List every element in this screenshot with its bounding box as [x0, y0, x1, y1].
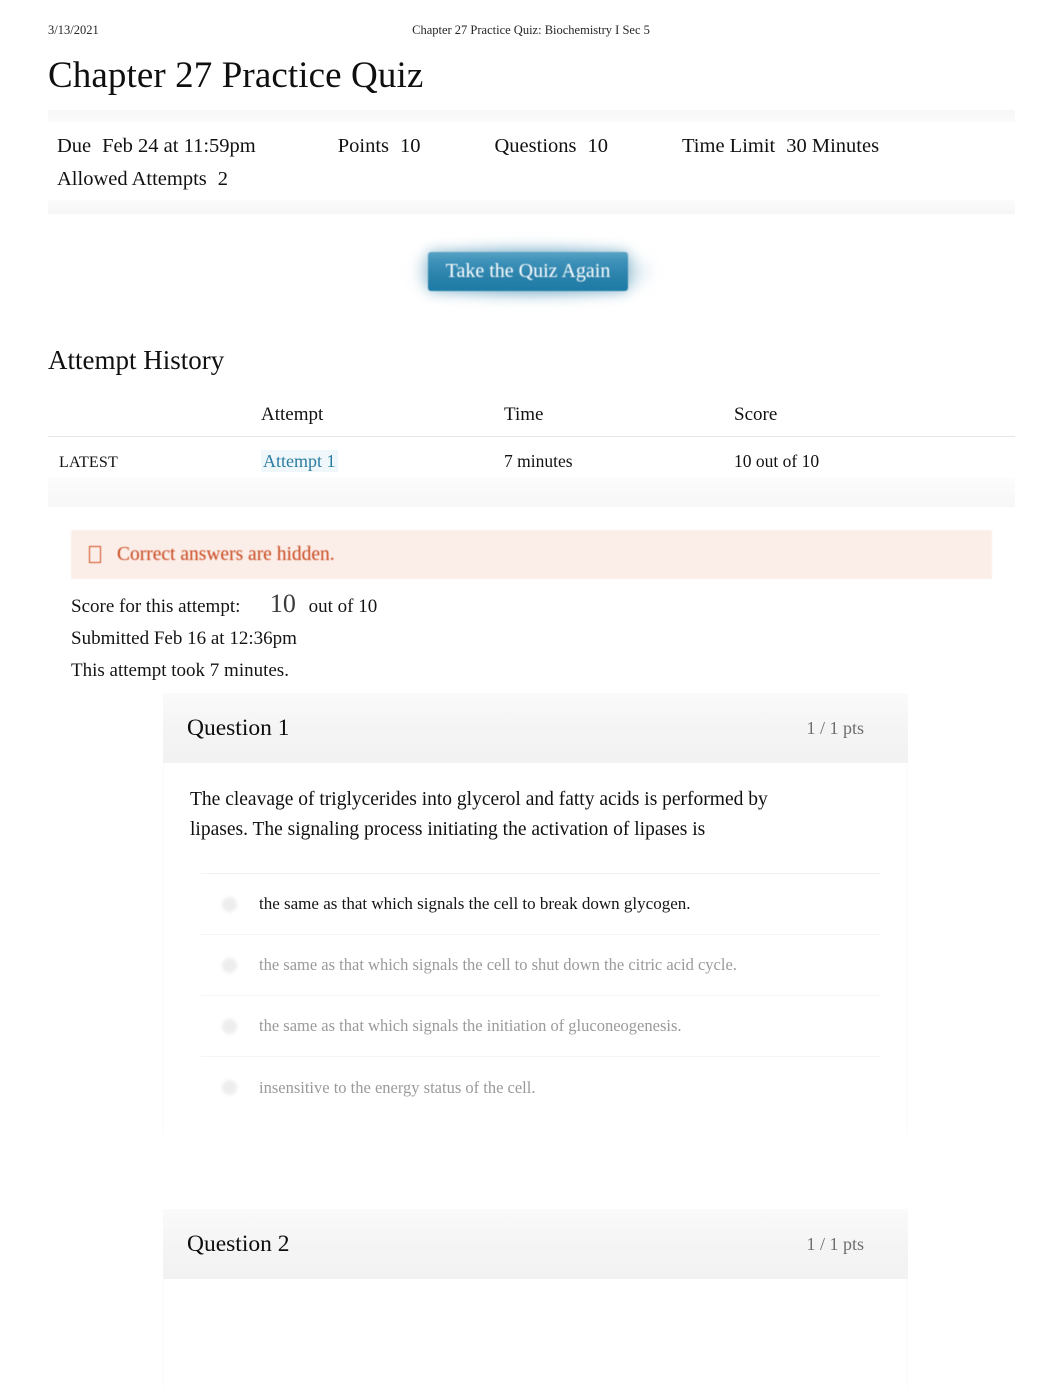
quiz-details-body: Due Feb 24 at 11:59pm Points 10 Question… — [48, 122, 1015, 200]
table-header-row: Attempt Time Score — [48, 400, 1015, 437]
alert-message: Correct answers are hidden. — [117, 543, 335, 565]
due-value: Feb 24 at 11:59pm — [102, 135, 256, 157]
answer-label: insensitive to the energy status of the … — [259, 1077, 536, 1097]
radio-button-icon[interactable] — [222, 1080, 237, 1095]
question-2-header: Question 2 1 / 1 pts — [163, 1209, 908, 1279]
column-header-kept — [48, 400, 261, 437]
question-2-body — [163, 1279, 908, 1389]
column-header-attempt: Attempt — [261, 400, 504, 437]
correct-answers-hidden-alert: Correct answers are hidden. — [71, 530, 992, 579]
score-line: Score for this attempt: 10 out of 10 — [71, 588, 771, 623]
answer-option[interactable]: the same as that which signals the cell … — [201, 874, 881, 935]
meta-bottom-band — [48, 200, 1015, 214]
question-card-1: Question 1 1 / 1 pts The cleavage of tri… — [163, 693, 908, 1135]
points-label: Points — [337, 135, 389, 157]
meta-top-band — [48, 110, 1015, 122]
take-quiz-again-button[interactable]: Take the Quiz Again — [428, 252, 628, 291]
answer-label: the same as that which signals the initi… — [259, 1016, 682, 1035]
question-card-2: Question 2 1 / 1 pts — [163, 1209, 908, 1389]
attempt-history-footer-band — [48, 477, 1015, 507]
attempt-score-summary: Score for this attempt: 10 out of 10 Sub… — [71, 588, 771, 687]
document-title: Chapter 27 Practice Quiz: Biochemistry I… — [412, 23, 650, 37]
score-label: Score for this attempt: — [71, 596, 241, 617]
radio-button-icon[interactable] — [222, 896, 237, 912]
question-1-text: The cleavage of triglycerides into glyce… — [190, 789, 768, 840]
quiz-details-row-2: Allowed Attempts 2 — [57, 163, 1015, 196]
duration-line: This attempt took 7 minutes. — [71, 660, 289, 681]
answer-option[interactable]: the same as that which signals the cell … — [201, 935, 881, 996]
warning-box-icon — [89, 546, 101, 563]
take-quiz-button-zone: Take the Quiz Again — [0, 246, 1062, 306]
attempt-history-heading: Attempt History — [48, 345, 225, 375]
question-1-name: Question 1 — [187, 714, 290, 741]
points-value: 10 — [400, 135, 421, 157]
quiz-details-panel: Due Feb 24 at 11:59pm Points 10 Question… — [48, 110, 1015, 214]
column-header-time: Time — [504, 400, 734, 437]
score-value: 10 — [269, 589, 296, 618]
allowed-attempts-value: 2 — [217, 168, 229, 190]
question-2-points: 1 / 1 pts — [806, 1233, 864, 1254]
radio-button-icon[interactable] — [222, 957, 237, 973]
attempt-1-link[interactable]: Attempt 1 — [261, 450, 338, 472]
column-header-score: Score — [734, 400, 1015, 437]
answer-label: the same as that which signals the cell … — [259, 955, 737, 974]
question-1-answer-list: the same as that which signals the cell … — [201, 873, 881, 1118]
page-title: Chapter 27 Practice Quiz — [48, 55, 424, 96]
quiz-details-row-1: Due Feb 24 at 11:59pm Points 10 Question… — [57, 130, 1015, 163]
submitted-line: Submitted Feb 16 at 12:36pm — [71, 628, 297, 649]
questions-value: 10 — [587, 135, 609, 157]
attempt-history-table: Attempt Time Score LATEST Attempt 1 7 mi… — [48, 400, 1015, 487]
answer-label: the same as that which signals the cell … — [259, 894, 691, 913]
radio-button-icon[interactable] — [222, 1018, 237, 1034]
question-2-name: Question 2 — [187, 1230, 290, 1257]
answer-option[interactable]: the same as that which signals the initi… — [201, 996, 881, 1057]
answer-option[interactable]: insensitive to the energy status of the … — [201, 1057, 881, 1118]
score-out-of: out of 10 — [308, 596, 378, 617]
questions-label: Questions — [494, 135, 577, 157]
time-limit-value: 30 Minutes — [786, 135, 880, 157]
time-limit-label: Time Limit — [682, 135, 776, 157]
allowed-attempts-label: Allowed Attempts — [57, 168, 207, 190]
due-label: Due — [57, 135, 92, 157]
question-1-header: Question 1 1 / 1 pts — [163, 693, 908, 763]
question-1-points: 1 / 1 pts — [806, 717, 864, 738]
latest-label: LATEST — [59, 454, 118, 471]
question-1-body: The cleavage of triglycerides into glyce… — [163, 763, 908, 1135]
print-header: 3/13/2021 Chapter 27 Practice Quiz: Bioc… — [0, 23, 1062, 43]
